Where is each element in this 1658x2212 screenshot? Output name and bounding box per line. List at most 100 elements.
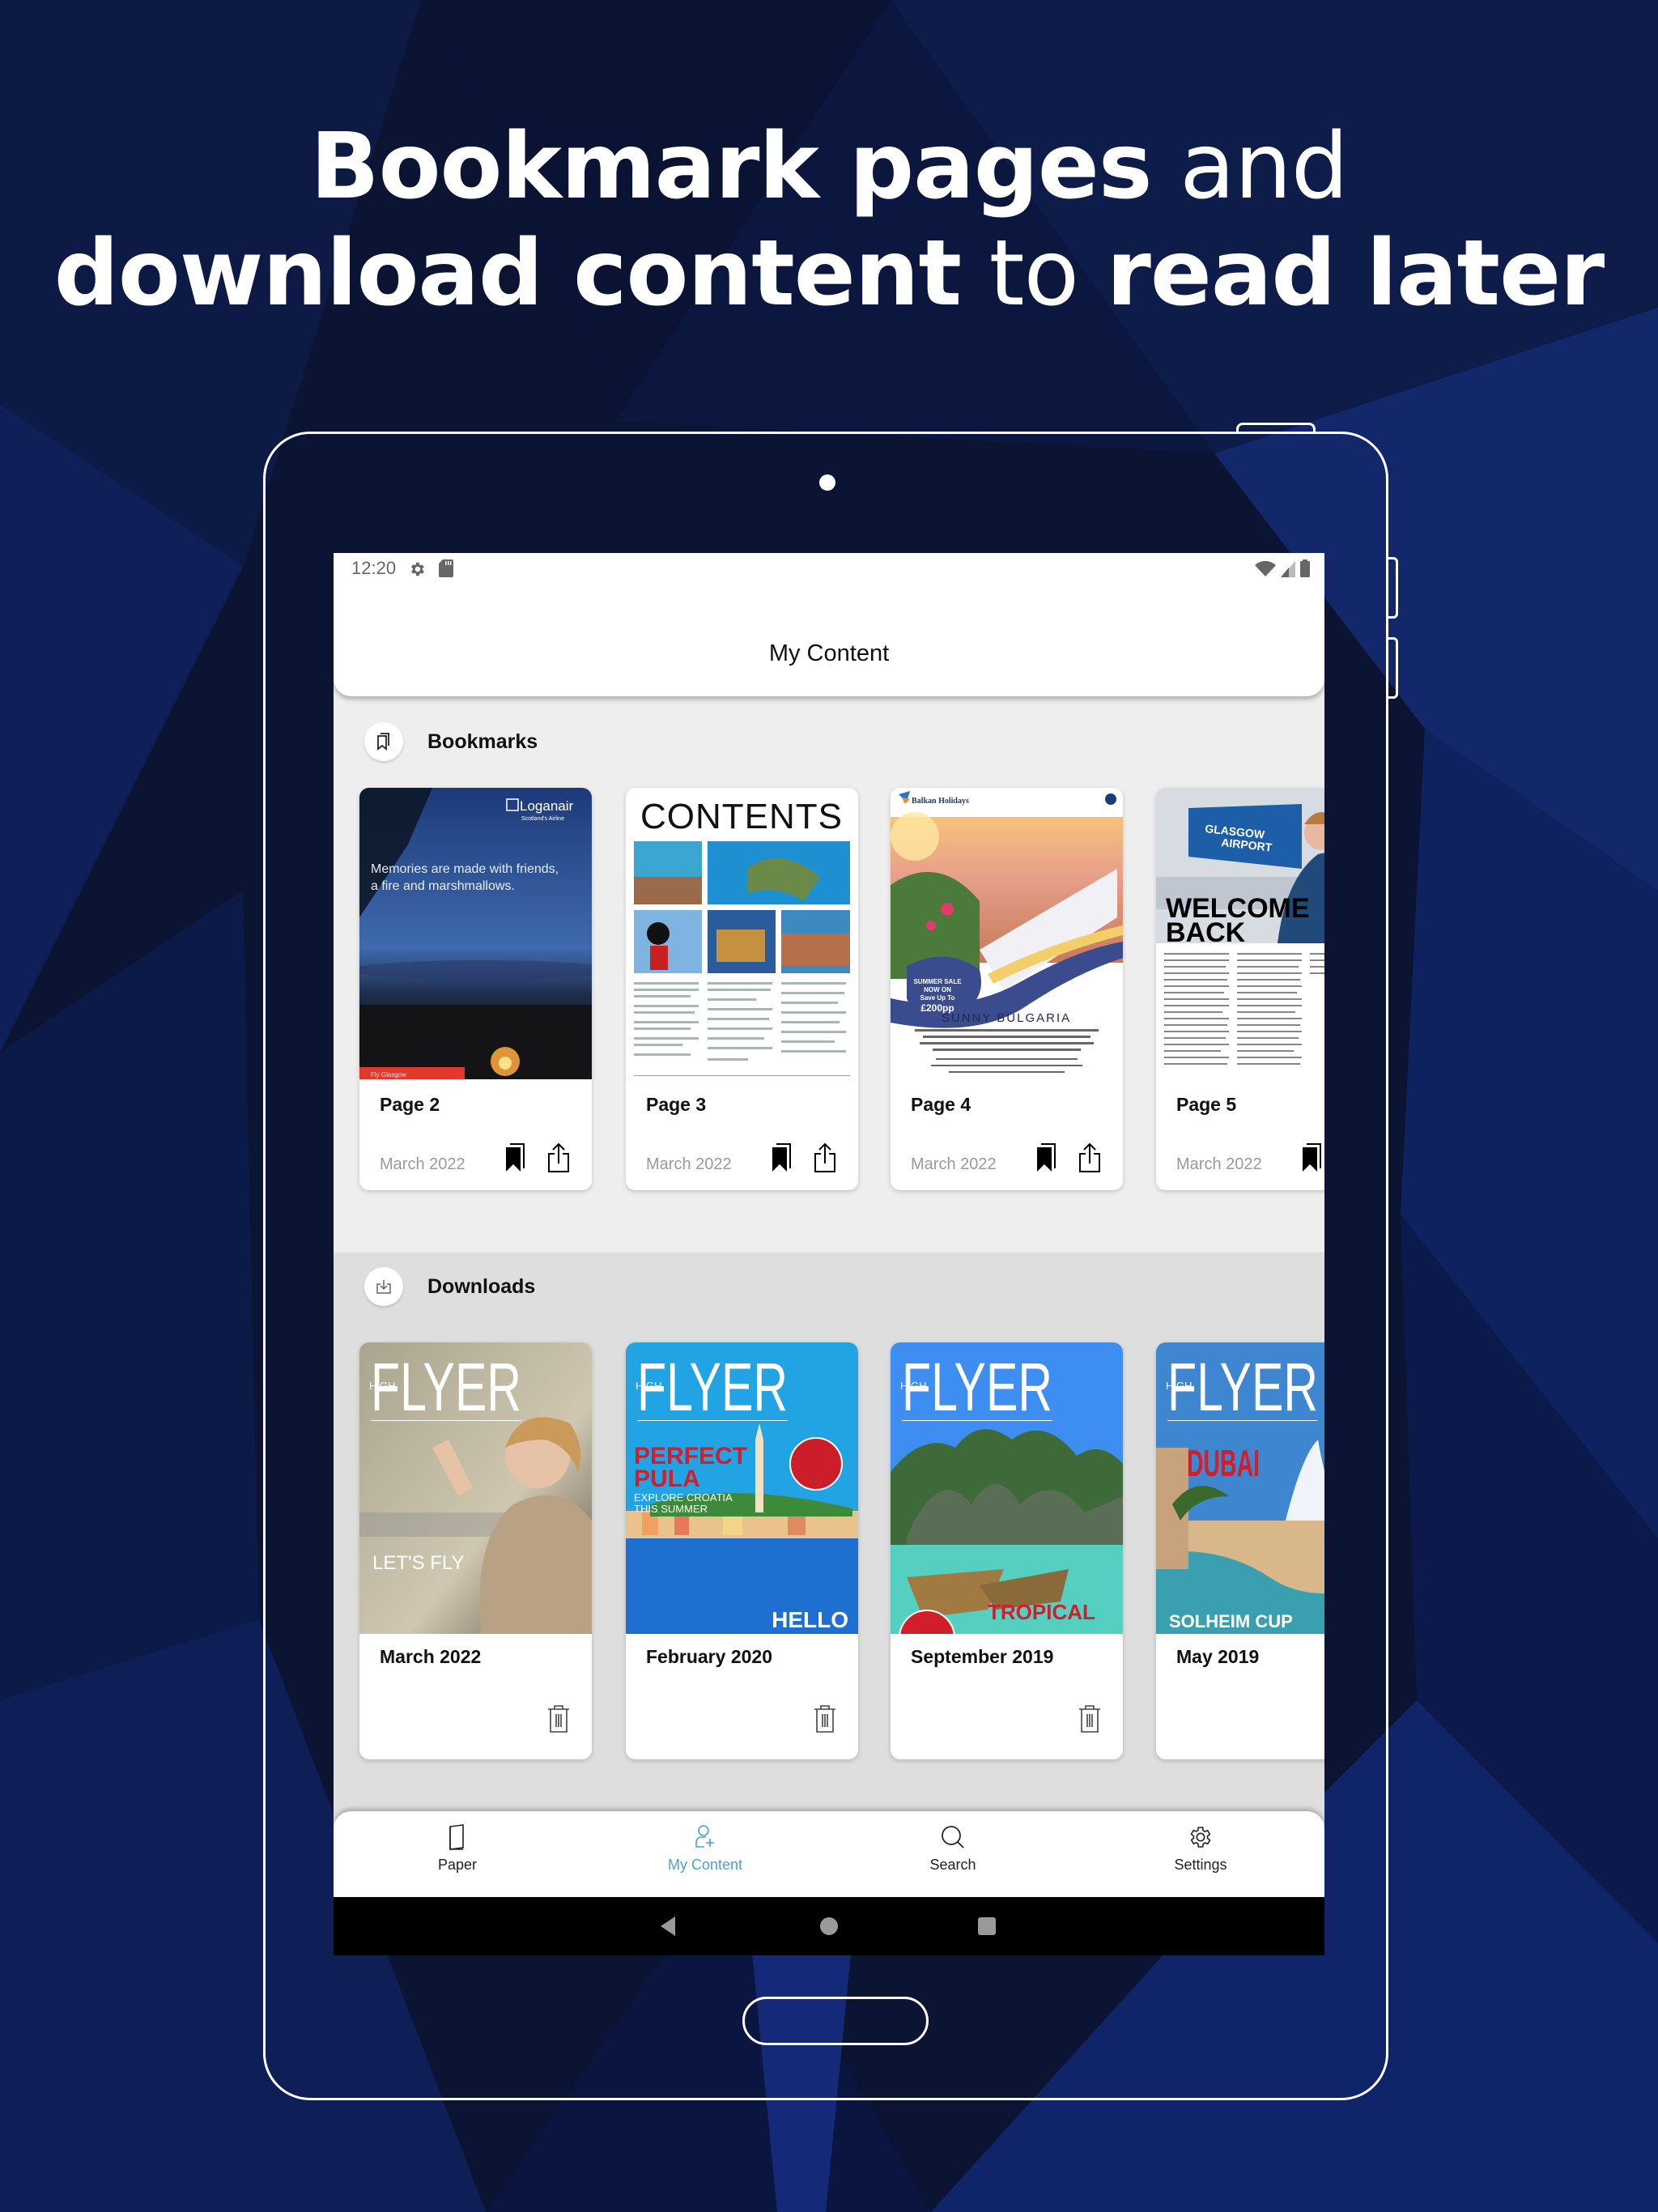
cover-sub: SOLHEIM CUP: [1169, 1611, 1293, 1631]
share-icon: [814, 1142, 835, 1172]
cover-sub-1: EXPLORE CROATIA: [634, 1491, 733, 1504]
card-actions: [1298, 1142, 1324, 1173]
share-button[interactable]: [545, 1142, 572, 1173]
headline-normal-2: to: [960, 221, 1107, 326]
download-card[interactable]: HIGH FLYER LET'S FLY March 2022: [359, 1342, 592, 1759]
bookmark-card[interactable]: Loganair Scotland's Airline Memories are…: [359, 788, 592, 1190]
cover-headline-2: PULA: [634, 1465, 700, 1492]
cover-september-2019: HIGH FLYER TROPICAL: [891, 1342, 1123, 1634]
download-card[interactable]: HIGH FLYER DUBAI SOLHEIM CUP May 2019: [1156, 1342, 1324, 1759]
issue-cover[interactable]: HIGH FLYER DUBAI SOLHEIM CUP: [1156, 1342, 1324, 1634]
card-date: March 2022: [380, 1155, 466, 1173]
remove-bookmark-button[interactable]: [767, 1142, 795, 1173]
headline: Bookmark pages and download content to r…: [0, 113, 1658, 327]
app-header: 12:20 My Content: [334, 553, 1324, 696]
bookmark-card[interactable]: CONTENTS Page 3 March 2022: [626, 788, 858, 1190]
cover-headline: TROPICAL: [988, 1600, 1095, 1624]
remove-bookmark-button[interactable]: [1298, 1142, 1324, 1173]
back-button[interactable]: [661, 1916, 677, 1936]
card-title: Page 3: [646, 1094, 707, 1115]
downloads-label: Downloads: [427, 1274, 536, 1298]
download-card[interactable]: HIGH FLYER PERFECT PULA EXPLORE CROATIA …: [626, 1342, 858, 1759]
tablet-volume-down-button: [1387, 637, 1398, 699]
nav-label: My Content: [667, 1857, 743, 1873]
nav-item-settings[interactable]: Settings: [1077, 1811, 1324, 1897]
remove-bookmark-button[interactable]: [1032, 1142, 1060, 1173]
card-date: March 2022: [911, 1155, 997, 1173]
tablet-home-button: [742, 1997, 929, 2045]
loganair-tag: Scotland's Airline: [521, 816, 564, 822]
share-button[interactable]: [1076, 1142, 1103, 1173]
cover-flyer: FLYER: [1167, 1349, 1318, 1425]
nav-item-paper[interactable]: Paper: [334, 1811, 581, 1897]
downloads-header: Downloads: [364, 1267, 535, 1306]
cover-headline: DUBAI: [1187, 1442, 1260, 1484]
issue-cover[interactable]: HIGH FLYER TROPICAL: [891, 1342, 1123, 1634]
loganair-footer: Fly Glasgow: [371, 1071, 406, 1078]
recents-button[interactable]: [978, 1917, 996, 1935]
download-card[interactable]: HIGH FLYER TROPICAL September 2019: [891, 1342, 1123, 1759]
card-title: February 2020: [646, 1646, 772, 1667]
thumbnail-contents: CONTENTS: [626, 788, 858, 1079]
cover-sub-2: THIS SUMMER: [634, 1503, 708, 1515]
balkan-sale-2: NOW ON: [924, 986, 951, 993]
thumbnail-loganair: Loganair Scotland's Airline Memories are…: [359, 788, 592, 1079]
bookmark-card[interactable]: SUMMER SALE NOW ON Save Up To £200pp Bal…: [891, 788, 1123, 1190]
device-screen: 12:20 My Content Bookmarks Loganair Scot…: [334, 553, 1324, 1955]
delete-button[interactable]: [811, 1704, 839, 1734]
share-button[interactable]: [811, 1142, 839, 1173]
bookmark-filled-icon: [1303, 1143, 1321, 1172]
status-time: 12:20: [351, 558, 397, 578]
nav-label: Search: [929, 1857, 976, 1873]
cover-headline: LET'S FLY: [372, 1552, 465, 1574]
share-icon: [548, 1142, 569, 1172]
headline-line-1: Bookmark pages and: [0, 113, 1658, 220]
page-thumbnail[interactable]: CONTENTS: [626, 788, 858, 1079]
balkan-sale-1: SUMMER SALE: [913, 978, 962, 985]
loganair-line-2: a fire and marshmallows.: [371, 879, 515, 893]
welcome-line-2: BACK: [1166, 917, 1246, 948]
card-actions: [545, 1704, 572, 1734]
bookmark-card[interactable]: GLASGOW AIRPORT WELCOME BACK Page 5 Marc…: [1156, 788, 1324, 1190]
card-title: Page 2: [380, 1094, 440, 1115]
settings-gear-icon: [1190, 1827, 1211, 1848]
cover-flyer: FLYER: [902, 1349, 1052, 1425]
remove-bookmark-button[interactable]: [501, 1142, 529, 1173]
loganair-line-1: Memories are made with friends,: [371, 862, 559, 876]
balkan-sale-3: Save Up To: [920, 994, 955, 1002]
card-date: March 2022: [1176, 1155, 1262, 1173]
nav-item-my-content[interactable]: My Content: [581, 1811, 829, 1897]
trash-icon: [814, 1705, 835, 1733]
card-title: Page 4: [911, 1094, 971, 1115]
download-icon-badge: [364, 1267, 403, 1306]
cover-february-2020: HIGH FLYER PERFECT PULA EXPLORE CROATIA …: [626, 1342, 858, 1634]
balkan-title: SUNNY BULGARIA: [942, 1011, 1071, 1025]
page-thumbnail[interactable]: Loganair Scotland's Airline Memories are…: [359, 788, 592, 1079]
balkan-brand: Balkan Holidays: [912, 797, 969, 806]
wifi-icon: [1255, 561, 1276, 576]
add-user-icon: [695, 1825, 714, 1848]
contents-heading: CONTENTS: [640, 797, 843, 836]
nav-item-search[interactable]: Search: [829, 1811, 1077, 1897]
headline-bold-2b: read later: [1106, 221, 1605, 326]
delete-button[interactable]: [1076, 1704, 1103, 1734]
card-actions: [501, 1142, 572, 1173]
issue-cover[interactable]: HIGH FLYER LET'S FLY: [359, 1342, 592, 1634]
bookmarks-section: Bookmarks Loganair Scotland's Airline Me…: [334, 696, 1324, 1253]
home-button[interactable]: [820, 1917, 838, 1935]
cover-hello: HELLO: [772, 1607, 848, 1632]
page-thumbnail[interactable]: SUMMER SALE NOW ON Save Up To £200pp Bal…: [891, 788, 1123, 1079]
card-date: March 2022: [646, 1155, 732, 1173]
headline-bold-1: Bookmark pages: [310, 114, 1152, 219]
bookmark-filled-icon: [1037, 1143, 1056, 1172]
trash-icon: [548, 1705, 569, 1733]
delete-button[interactable]: [545, 1704, 572, 1734]
cover-may-2019: HIGH FLYER DUBAI SOLHEIM CUP: [1156, 1342, 1324, 1634]
cover-flyer: FLYER: [371, 1349, 521, 1425]
downloads-section: Downloads HIGH FLYER LET'S FLY March 202…: [334, 1253, 1324, 1819]
tablet-camera: [819, 474, 835, 491]
issue-cover[interactable]: HIGH FLYER PERFECT PULA EXPLORE CROATIA …: [626, 1342, 858, 1634]
search-icon: [942, 1826, 964, 1848]
bookmark-filled-icon: [772, 1143, 791, 1172]
page-thumbnail[interactable]: GLASGOW AIRPORT WELCOME BACK: [1156, 788, 1324, 1079]
